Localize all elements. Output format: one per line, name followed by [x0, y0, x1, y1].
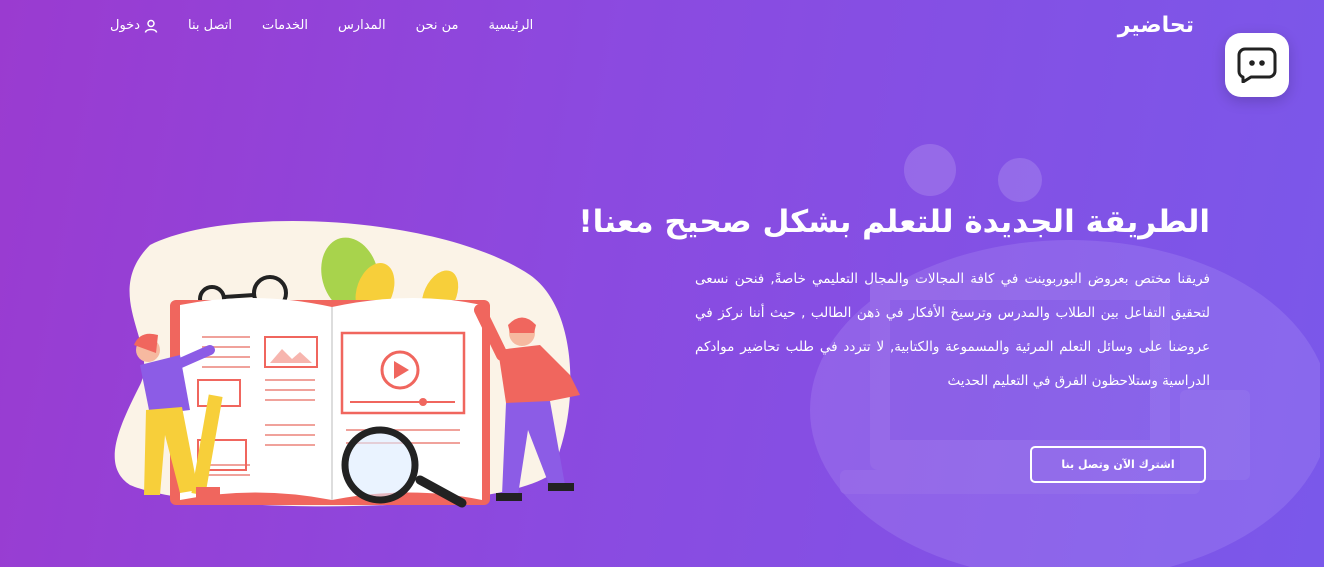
chat-bubble-icon	[1237, 47, 1277, 83]
nav-link-about[interactable]: من نحن	[416, 18, 459, 33]
user-icon	[144, 19, 158, 33]
login-label: دخول	[110, 18, 140, 33]
nav-links: الرئيسية من نحن المدارس الخدمات اتصل بنا…	[110, 18, 533, 33]
hero-description: فريقنا مختص بعروض البوربوينت في كافة الم…	[695, 271, 1210, 389]
nav-link-schools[interactable]: المدارس	[338, 18, 386, 33]
nav-link-contact[interactable]: اتصل بنا	[188, 18, 232, 33]
hero-illustration	[114, 221, 580, 508]
nav-link-services[interactable]: الخدمات	[262, 18, 308, 33]
top-navbar: تحاضير الرئيسية من نحن المدارس الخدمات ا…	[0, 0, 1324, 56]
subscribe-contact-button[interactable]: اشترك الآن وتصل بنا	[1030, 446, 1206, 483]
login-link[interactable]: دخول	[110, 18, 158, 33]
nav-link-home[interactable]: الرئيسية	[489, 18, 534, 33]
brand-logo[interactable]: تحاضير	[1118, 13, 1194, 38]
chat-widget-button[interactable]	[1225, 33, 1289, 97]
hero-title: الطريقة الجديدة للتعلم بشكل صحيح معنا!	[578, 204, 1210, 240]
